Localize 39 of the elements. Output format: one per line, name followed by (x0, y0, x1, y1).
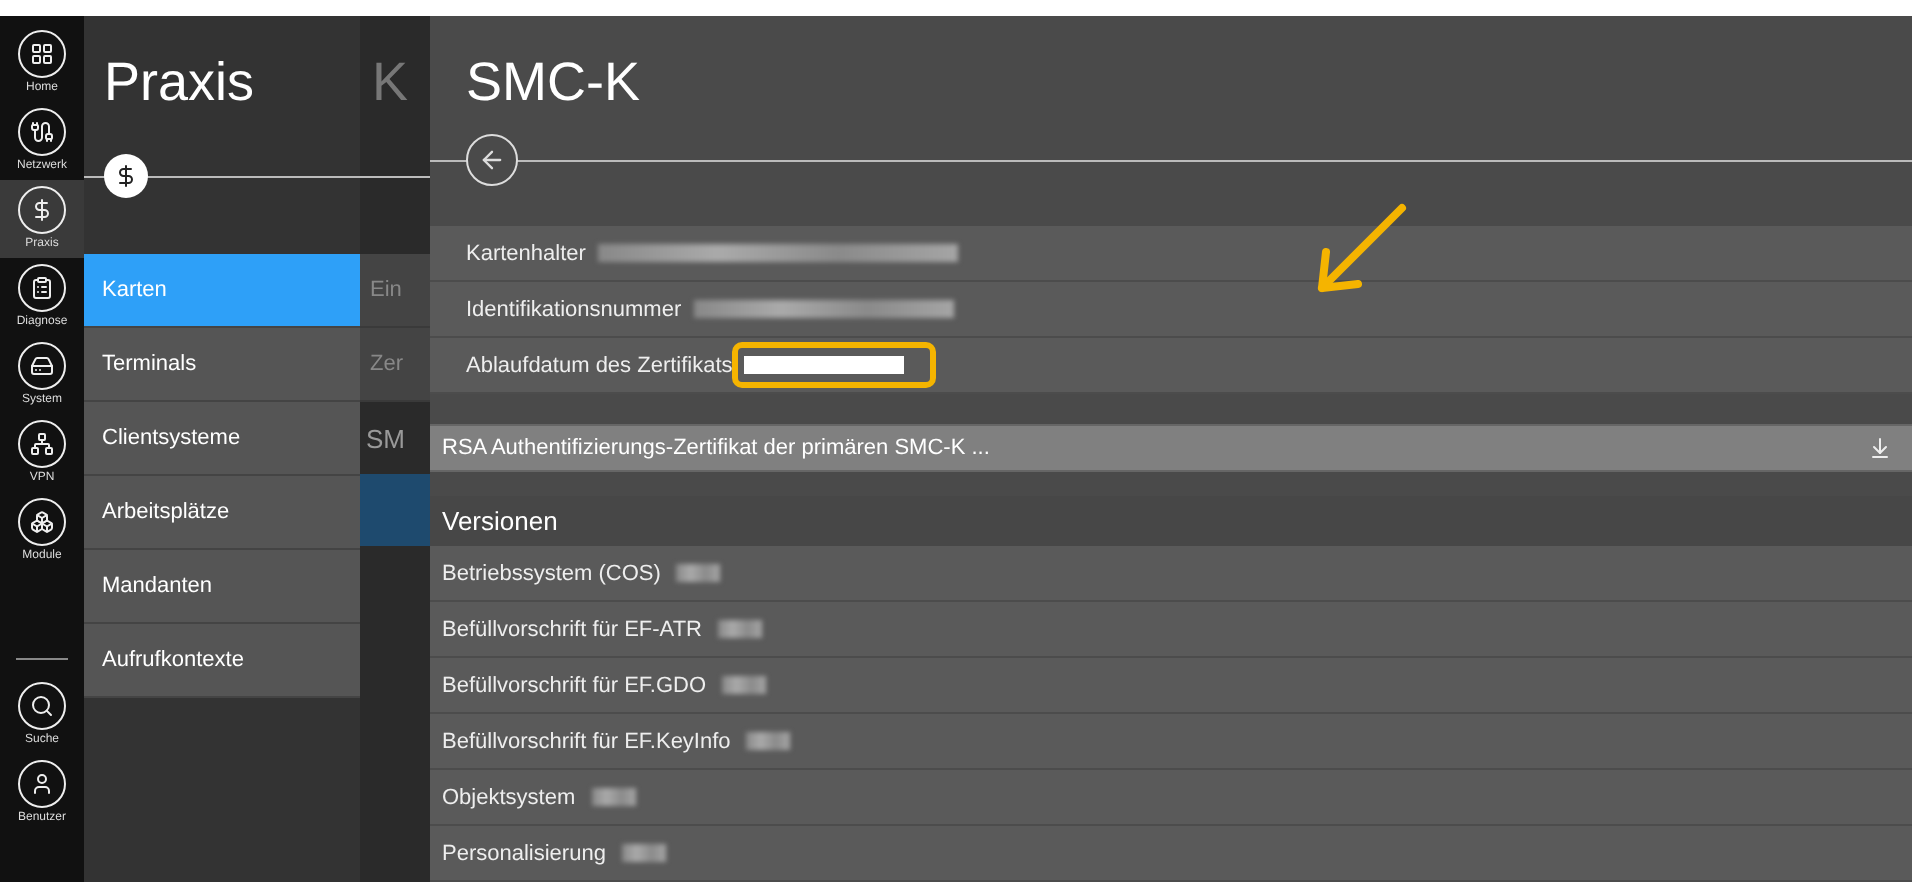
menu-item[interactable]: Clientsysteme (84, 402, 360, 476)
certificate-label: RSA Authentifizierungs-Zertifikat der primären SMC-K ... (442, 436, 990, 461)
section-title: Praxis (102, 50, 257, 116)
version-label: Befüllvorschrift für EF.KeyInfo (442, 729, 731, 754)
grid-icon (18, 30, 66, 78)
menu-item[interactable]: Mandanten (84, 550, 360, 624)
version-label: Objektsystem (442, 785, 576, 810)
plug-icon (18, 108, 66, 156)
redacted-value (746, 732, 791, 751)
version-label: Befüllvorschrift für EF.GDO (442, 673, 707, 698)
menu-item[interactable]: Terminals (84, 328, 360, 402)
download-icon (1868, 436, 1892, 461)
menu-item[interactable]: Aufrufkontexte (84, 624, 360, 698)
redacted-value (722, 676, 767, 695)
redacted-value (591, 788, 636, 807)
field-label: Identifikationsnummer (466, 297, 682, 322)
detail-title: SMC-K (464, 50, 642, 114)
group-heading: SM (364, 421, 407, 457)
field-label: Ablaufdatum des Zertifikats (466, 353, 733, 378)
redacted-value (621, 844, 666, 863)
version-label: Befüllvorschrift für EF-ATR (442, 617, 702, 642)
search-icon (18, 682, 66, 730)
menu-item[interactable]: Arbeitsplätze (84, 476, 360, 550)
version-label: Betriebssystem (COS) (442, 561, 661, 586)
dollar-icon (104, 153, 148, 197)
network-icon (18, 420, 66, 468)
user-icon (18, 760, 66, 808)
back-button[interactable] (466, 134, 518, 187)
clipboard-icon (18, 264, 66, 312)
certificate-row[interactable]: RSA Authentifizierungs-Zertifikat der primären SMC-K ... (430, 424, 1912, 472)
back-arrow-icon (478, 146, 506, 175)
redacted-value (676, 564, 721, 583)
version-label: Personalisierung (442, 841, 606, 866)
redacted-value (718, 620, 762, 639)
field-label: Kartenhalter (466, 241, 586, 266)
dollar-icon (18, 186, 66, 234)
boxes-icon (18, 498, 66, 546)
drive-icon (18, 342, 66, 390)
panel-title: K (370, 50, 411, 116)
